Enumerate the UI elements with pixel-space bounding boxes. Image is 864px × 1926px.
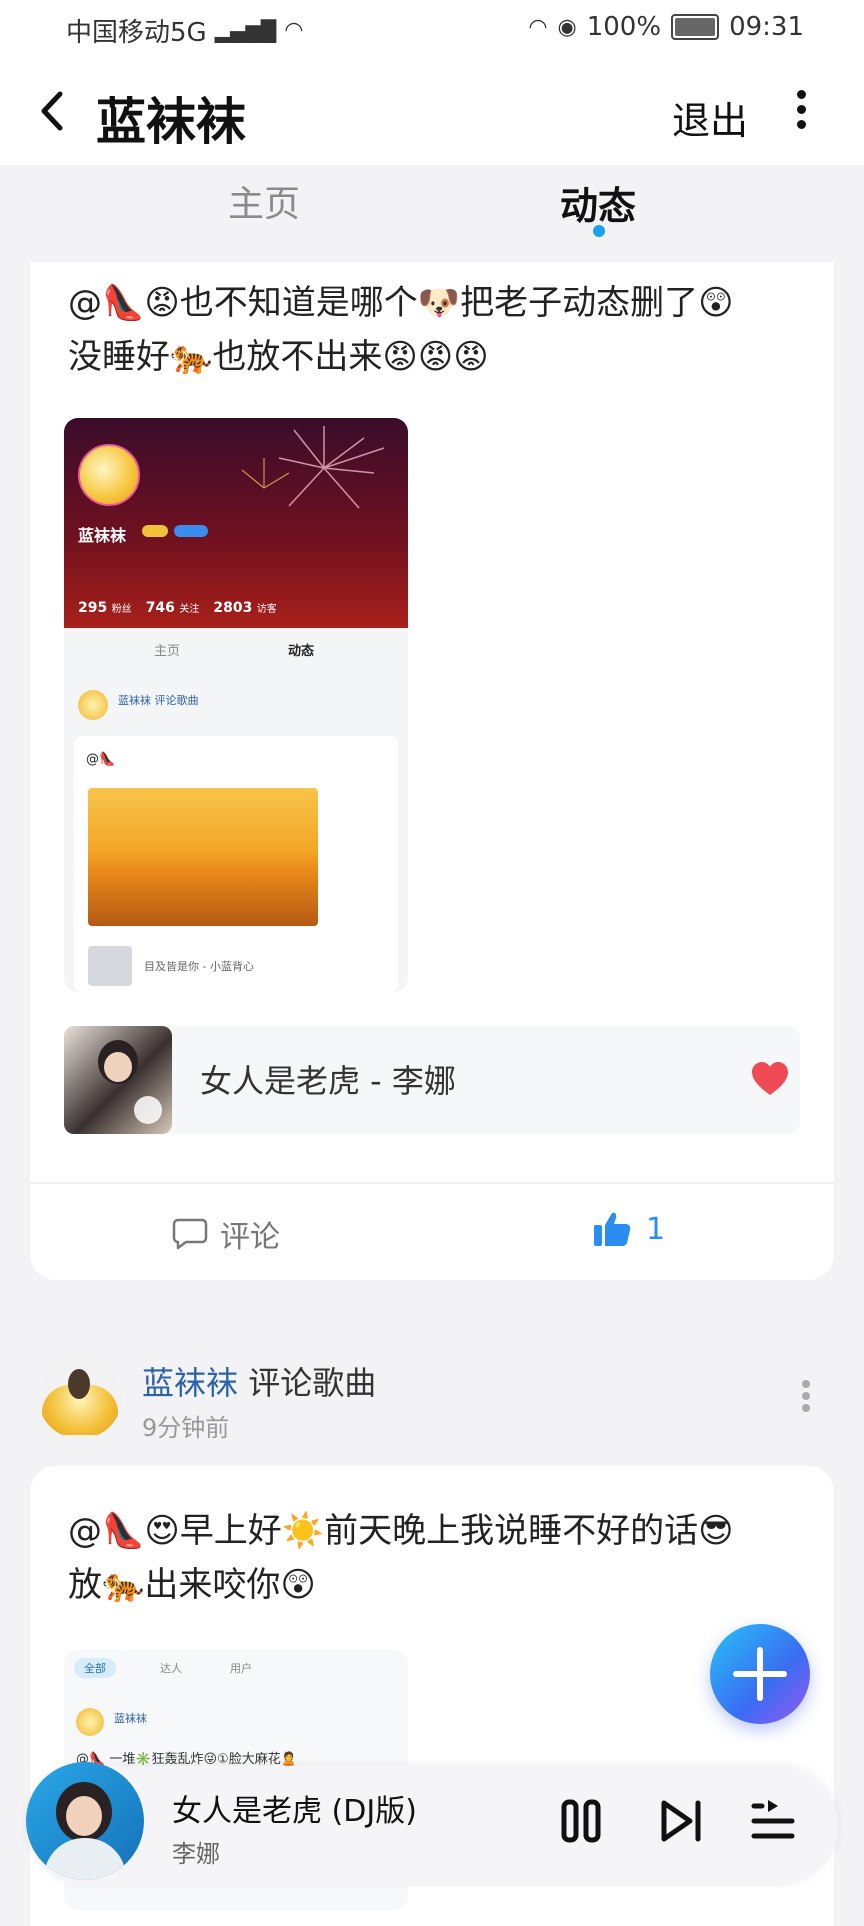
inner-song: 目及皆是你 - 小蓝背心 bbox=[144, 960, 254, 973]
inner-post: @👠 目及皆是你 - 小蓝背心 bbox=[74, 736, 398, 992]
plus-icon bbox=[733, 1647, 787, 1701]
now-playing-cover[interactable] bbox=[26, 1762, 144, 1880]
post-card: @👠😡也不知道是哪个🐶把老子动态删了😲 没睡好🐅也放不出来😡😡😡 蓝袜袜 295… bbox=[30, 262, 834, 1280]
tab-home[interactable]: 主页 bbox=[228, 175, 300, 227]
tab-home: 主页 bbox=[154, 644, 181, 659]
inner-author: 蓝袜袜 评论歌曲 bbox=[118, 694, 199, 707]
clock: 09:31 bbox=[729, 12, 804, 42]
avatar bbox=[76, 1708, 104, 1736]
logout-button[interactable]: 退出 bbox=[672, 90, 748, 145]
signal-icon: ▂▄▆█ bbox=[214, 18, 277, 43]
pause-icon[interactable] bbox=[134, 1096, 162, 1124]
status-bar: 中国移动5G ▂▄▆█ ◠ ◠ ◉ 100% 09:31 bbox=[0, 0, 864, 60]
post-author-line: 蓝袜袜 评论歌曲 bbox=[142, 1358, 376, 1404]
level-badge bbox=[174, 525, 208, 537]
eye-icon: ◉ bbox=[557, 14, 577, 40]
app-header: 蓝袜袜 退出 bbox=[0, 60, 864, 165]
now-playing-title: 女人是老虎 (DJ版) bbox=[172, 1794, 417, 1829]
post-text: @👠😍早上好☀️前天晚上我说睡不好的话😎 放🐅出来咬你😲 bbox=[68, 1504, 808, 1612]
avatar[interactable] bbox=[38, 1355, 122, 1439]
status-left: 中国移动5G ▂▄▆█ ◠ bbox=[66, 12, 303, 49]
page-title: 蓝袜袜 bbox=[96, 93, 246, 151]
avatar bbox=[78, 690, 108, 720]
profile-banner: 蓝袜袜 295 粉丝 746 关注 2803 访客 bbox=[64, 418, 408, 628]
back-button[interactable] bbox=[30, 86, 80, 136]
status-right: ◠ ◉ 100% 09:31 bbox=[528, 12, 804, 42]
avatar bbox=[78, 444, 140, 506]
post-text: @👠😡也不知道是哪个🐶把老子动态删了😲 没睡好🐅也放不出来😡😡😡 bbox=[68, 276, 808, 384]
active-tab-indicator bbox=[593, 225, 605, 237]
post-image[interactable]: 蓝袜袜 295 粉丝 746 关注 2803 访客 主页 动态 蓝袜袜 评论歌曲… bbox=[64, 418, 408, 992]
stat-value: 746 bbox=[145, 600, 175, 616]
sunset-image bbox=[88, 788, 318, 926]
new-post-button[interactable] bbox=[710, 1624, 810, 1724]
song-thumb bbox=[88, 946, 132, 986]
stat-label: 关注 bbox=[179, 604, 200, 615]
profile-tabs: 主页 动态 bbox=[0, 165, 864, 260]
song-title: 女人是老虎 - 李娜 bbox=[200, 1062, 456, 1100]
inner-author: 蓝袜袜 bbox=[114, 1712, 147, 1725]
stat-label: 访客 bbox=[256, 604, 277, 615]
inner-text: @👠 bbox=[86, 752, 116, 767]
now-playing-artist: 李娜 bbox=[172, 1840, 220, 1868]
stat-value: 2803 bbox=[213, 600, 253, 616]
heart-icon[interactable] bbox=[750, 1060, 790, 1100]
battery-percent: 100% bbox=[586, 12, 662, 42]
more-vertical-icon bbox=[786, 90, 816, 129]
post-action: 评论歌曲 bbox=[248, 1364, 377, 1402]
post-time: 9分钟前 bbox=[142, 1414, 230, 1442]
tab-feed: 动态 bbox=[288, 644, 315, 659]
playlist-icon bbox=[751, 1800, 795, 1839]
song-card[interactable]: 女人是老虎 - 李娜 bbox=[64, 1026, 800, 1134]
thumbs-up-icon bbox=[594, 1212, 631, 1246]
pause-icon bbox=[561, 1799, 601, 1843]
comment-label: 评论 bbox=[220, 1220, 280, 1255]
profile-name: 蓝袜袜 bbox=[78, 526, 127, 545]
post-more-button[interactable] bbox=[800, 1376, 812, 1420]
more-vertical-icon bbox=[800, 1380, 812, 1412]
inner-text: @👠 一堆✳️狂轰乱炸😜①脸大麻花🙎 bbox=[76, 1752, 297, 1767]
post-text-line: @👠😍早上好☀️前天晚上我说睡不好的话😎 bbox=[68, 1511, 734, 1551]
divider bbox=[30, 1182, 834, 1184]
tab-talent: 达人 bbox=[160, 1662, 182, 1675]
next-track-button[interactable] bbox=[656, 1796, 706, 1846]
skip-next-icon bbox=[661, 1800, 701, 1842]
post-text-line: @👠😡也不知道是哪个🐶把老子动态删了😲 bbox=[68, 283, 734, 323]
author-name[interactable]: 蓝袜袜 bbox=[142, 1364, 238, 1402]
mini-player[interactable]: 女人是老虎 (DJ版) 李娜 bbox=[26, 1762, 838, 1886]
post-text-line: 没睡好🐅也放不出来😡😡😡 bbox=[68, 337, 489, 377]
pause-button[interactable] bbox=[556, 1796, 606, 1846]
profile-stats: 295 粉丝 746 关注 2803 访客 bbox=[78, 600, 277, 616]
playlist-button[interactable] bbox=[748, 1796, 798, 1846]
vip-badge bbox=[142, 525, 168, 537]
like-count: 1 bbox=[646, 1211, 666, 1247]
back-icon bbox=[41, 91, 63, 131]
comment-button[interactable]: 评论 bbox=[172, 1212, 280, 1256]
stat-label: 粉丝 bbox=[111, 604, 132, 615]
carrier-label: 中国移动5G bbox=[66, 18, 207, 48]
tab-feed[interactable]: 动态 bbox=[560, 175, 636, 230]
post-text-line: 放🐅出来咬你😲 bbox=[68, 1565, 316, 1605]
battery-icon bbox=[671, 14, 720, 40]
wifi-icon: ◠ bbox=[284, 18, 304, 43]
comment-icon bbox=[172, 1218, 208, 1250]
stat-value: 295 bbox=[78, 600, 108, 616]
headphones-icon: ◠ bbox=[528, 14, 548, 40]
song-cover bbox=[64, 1026, 172, 1134]
tab-all: 全部 bbox=[74, 1658, 116, 1678]
more-options-button[interactable] bbox=[786, 84, 816, 144]
embedded-feed: 主页 动态 蓝袜袜 评论歌曲 @👠 目及皆是你 - 小蓝背心 bbox=[64, 628, 408, 992]
like-button[interactable]: 1 bbox=[592, 1210, 665, 1248]
tab-user: 用户 bbox=[230, 1662, 252, 1675]
fireworks-graphic bbox=[241, 426, 385, 509]
